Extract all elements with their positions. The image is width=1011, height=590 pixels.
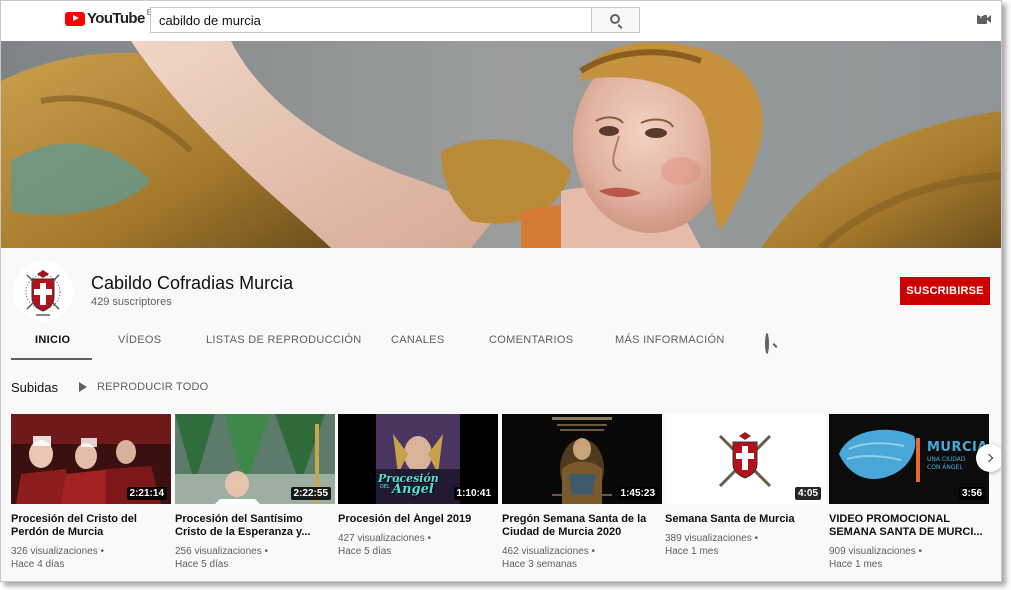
search-button[interactable]: [591, 7, 640, 33]
video-card[interactable]: 1:45:23 Pregón Semana Santa de la Ciudad…: [502, 414, 662, 571]
subscriber-count: 429 suscriptores: [91, 296, 172, 308]
thumbnail-caption: UNA CIUDAD: [927, 456, 966, 463]
chevron-right-icon: [984, 453, 993, 463]
tab-about[interactable]: MÁS INFORMACIÓN: [615, 326, 725, 361]
channel-title: Cabildo Cofradias Murcia: [91, 273, 294, 293]
video-views: 256 visualizaciones •: [175, 546, 268, 557]
video-thumbnail[interactable]: 2:21:14: [11, 414, 171, 504]
video-camera-add-icon[interactable]: [977, 11, 991, 24]
video-duration: 4:05: [794, 487, 821, 500]
search-icon: [765, 333, 769, 354]
video-title[interactable]: Procesión del Ángel 2019: [338, 513, 498, 526]
play-all-label: REPRODUCIR TODO: [97, 381, 209, 393]
video-views: 389 visualizaciones •: [665, 533, 758, 544]
active-tab-indicator: [11, 358, 92, 360]
video-thumbnail[interactable]: 2:22:55: [175, 414, 335, 504]
video-title[interactable]: Procesión del Cristo del Perdón de Murci…: [11, 513, 171, 539]
video-thumbnail[interactable]: Procesión DEL Ángel 1:10:41: [338, 414, 498, 504]
video-views: 909 visualizaciones •: [829, 546, 922, 557]
channel-search-button[interactable]: [765, 333, 769, 354]
thumbnail-caption: CON ÁNGEL: [927, 464, 963, 471]
shelf-next-button[interactable]: [976, 444, 1001, 472]
tab-videos[interactable]: VÍDEOS: [118, 326, 161, 361]
play-all-button[interactable]: REPRODUCIR TODO: [79, 381, 208, 393]
channel-avatar[interactable]: [13, 261, 73, 321]
video-title[interactable]: Pregón Semana Santa de la Ciudad de Murc…: [502, 513, 662, 539]
video-age: Hace 5 días: [338, 546, 392, 557]
banner-image: [1, 41, 1001, 248]
tab-comments[interactable]: COMENTARIOS: [489, 326, 573, 361]
video-views: 462 visualizaciones •: [502, 546, 595, 557]
play-icon: [79, 382, 87, 392]
logo-text: YouTube: [87, 10, 145, 27]
video-views: 326 visualizaciones •: [11, 546, 104, 557]
video-age: Hace 1 mes: [665, 546, 719, 557]
tab-inicio[interactable]: INICIO: [35, 326, 70, 361]
video-age: Hace 3 semanas: [502, 559, 578, 570]
video-card[interactable]: Procesión DEL Ángel 1:10:41 Procesión de…: [338, 414, 498, 558]
youtube-play-icon: [65, 11, 85, 26]
video-card[interactable]: 2:22:55 Procesión del Santísimo Cristo d…: [175, 414, 335, 571]
video-age: Hace 5 días: [175, 559, 229, 570]
thumbnail-caption-main: Ángel: [392, 482, 434, 497]
video-duration: 1:45:23: [617, 487, 658, 500]
video-age: Hace 1 mes: [829, 559, 883, 570]
video-duration: 1:10:41: [453, 487, 494, 500]
video-title[interactable]: Procesión del Santísimo Cristo de la Esp…: [175, 513, 335, 539]
search-icon: [609, 14, 620, 24]
tab-channels[interactable]: CANALES: [391, 326, 444, 361]
video-title[interactable]: Semana Santa de Murcia: [665, 513, 825, 526]
tab-playlists[interactable]: LISTAS DE REPRODUCCIÓN: [206, 326, 362, 361]
thumbnail-caption-small: DEL: [380, 484, 390, 490]
cabildo-crest-icon: [14, 262, 72, 320]
video-duration: 2:21:14: [126, 487, 167, 500]
channel-header: Cabildo Cofradias Murcia 429 suscriptore…: [1, 248, 1001, 361]
video-views: 427 visualizaciones •: [338, 533, 431, 544]
section-title: Subidas: [11, 380, 58, 395]
masthead: YouTube ES cabildo de murcia: [1, 1, 1001, 41]
video-card[interactable]: 2:21:14 Procesión del Cristo del Perdón …: [11, 414, 171, 571]
video-thumbnail[interactable]: 1:45:23: [502, 414, 662, 504]
browser-window: YouTube ES cabildo de murcia: [0, 0, 1002, 582]
video-thumbnail[interactable]: MURCIA UNA CIUDAD CON ÁNGEL 3:56: [829, 414, 989, 504]
video-duration: 2:22:55: [290, 487, 331, 500]
search-input[interactable]: cabildo de murcia: [150, 7, 592, 33]
video-age: Hace 4 días: [11, 559, 65, 570]
video-card[interactable]: 4:05 Semana Santa de Murcia 389 visualiz…: [665, 414, 825, 558]
channel-tabs: INICIO VÍDEOS LISTAS DE REPRODUCCIÓN CAN…: [1, 326, 1001, 361]
video-title[interactable]: VIDEO PROMOCIONAL SEMANA SANTA DE MURCI.…: [829, 513, 989, 539]
channel-banner: [1, 41, 1001, 248]
youtube-logo[interactable]: YouTube ES: [65, 8, 157, 27]
subscribe-button[interactable]: SUSCRIBIRSE: [900, 277, 990, 305]
video-card[interactable]: MURCIA UNA CIUDAD CON ÁNGEL 3:56 VIDEO P…: [829, 414, 989, 571]
video-duration: 3:56: [958, 487, 985, 500]
video-thumbnail[interactable]: 4:05: [665, 414, 825, 504]
